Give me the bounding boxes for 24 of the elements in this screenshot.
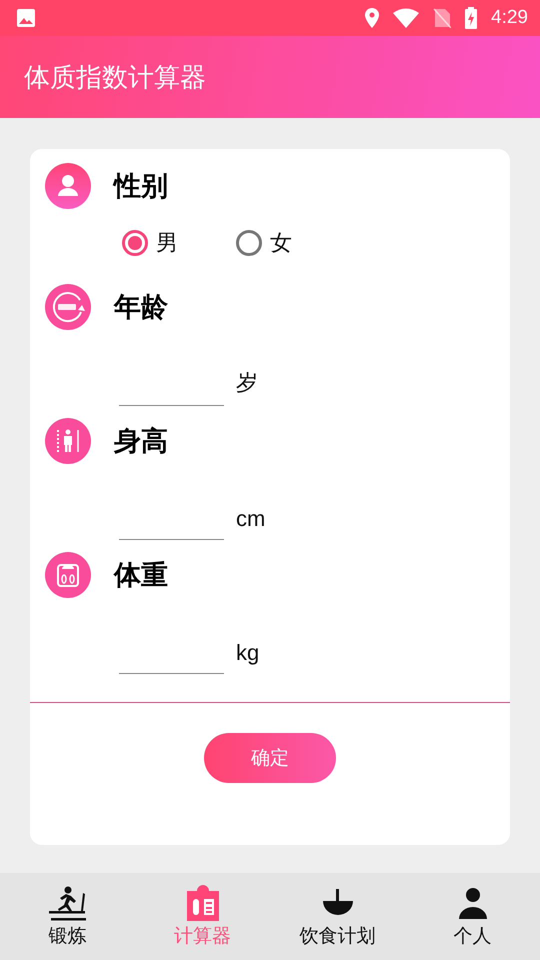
location-icon bbox=[365, 8, 380, 28]
section-label: 性别 bbox=[114, 170, 168, 204]
height-icon bbox=[45, 418, 91, 464]
unit-label: kg bbox=[236, 640, 260, 666]
app-title: 体质指数计算器 bbox=[24, 62, 206, 94]
unit-label: 岁 bbox=[236, 369, 258, 397]
status-time: 4:29 bbox=[491, 7, 528, 29]
nav-tab[interactable]: 个人 bbox=[405, 873, 540, 960]
treadmill-runner-icon bbox=[48, 884, 88, 920]
section-label: 体重 bbox=[114, 559, 168, 593]
gender-radio[interactable]: 男 bbox=[122, 226, 178, 260]
nav-tab[interactable]: 饮食计划 bbox=[270, 873, 405, 960]
battery-icon bbox=[465, 7, 478, 29]
no-sim-icon bbox=[433, 8, 452, 28]
unit-label: cm bbox=[236, 506, 266, 532]
scale-icon bbox=[45, 552, 91, 598]
section-label: 年龄 bbox=[114, 291, 168, 325]
age-icon bbox=[45, 284, 91, 330]
nav-tab[interactable]: 锻炼 bbox=[0, 873, 135, 960]
wifi-icon bbox=[393, 8, 420, 28]
person-icon bbox=[45, 163, 91, 209]
gender-radio[interactable]: 女 bbox=[236, 226, 292, 260]
image-icon bbox=[16, 8, 36, 28]
section-label: 身高 bbox=[114, 425, 168, 459]
